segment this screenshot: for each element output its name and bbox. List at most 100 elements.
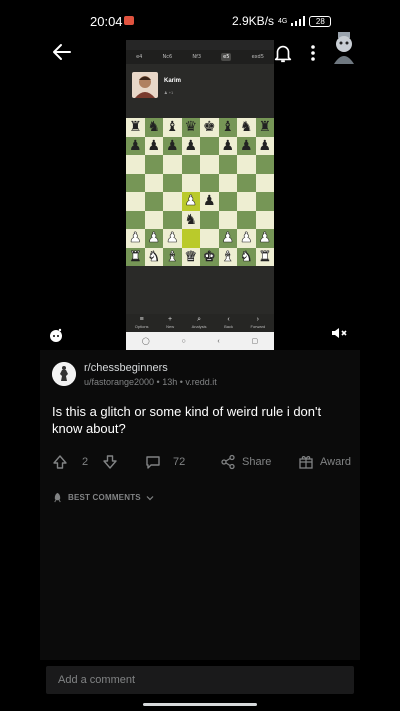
comment-icon [146, 456, 160, 469]
vote-count: 2 [82, 456, 89, 468]
share-label: Share [242, 456, 272, 468]
board-square [126, 192, 145, 211]
player-material: ♟ +1 [164, 90, 174, 95]
frame-nav-icon: ‹ [217, 337, 220, 345]
frame-nav-icon: ◯ [141, 338, 150, 345]
black-knight-icon: ♞ [239, 119, 253, 136]
board-square [144, 173, 163, 192]
board-square [255, 192, 274, 211]
user-avatar[interactable] [328, 30, 360, 64]
white-pawn-icon: ♟ [239, 230, 253, 247]
board-square [218, 173, 237, 192]
white-pawn-icon: ♟ [184, 193, 198, 210]
white-pawn-icon: ♟ [221, 230, 235, 247]
white-pawn-icon: ♟ [165, 230, 179, 247]
black-pawn-icon: ♟ [258, 137, 272, 154]
status-time: 20:04 [90, 14, 123, 29]
board-square [200, 155, 219, 174]
black-rook-icon: ♜ [128, 119, 142, 136]
board-square [163, 210, 182, 229]
board-square [237, 210, 256, 229]
record-indicator-icon [124, 16, 134, 25]
more-options-icon[interactable] [304, 42, 322, 64]
award-button[interactable]: Award [298, 454, 351, 470]
signal-icon [291, 16, 306, 26]
board-square: ♟ [144, 229, 163, 248]
subreddit-avatar[interactable] [52, 362, 76, 386]
share-button[interactable]: Share [220, 454, 271, 470]
black-pawn-icon: ♟ [165, 137, 179, 154]
white-rook-icon: ♜ [128, 248, 142, 265]
board-square [255, 210, 274, 229]
post-meta[interactable]: u/fastorange2000 • 13h • v.redd.it [84, 377, 217, 387]
share-icon [221, 454, 235, 470]
board-square: ♟ [181, 192, 200, 211]
board-square: ♜ [255, 247, 274, 266]
board-square [163, 155, 182, 174]
frame-status-bar [126, 40, 274, 50]
board-square: ♚ [200, 118, 219, 137]
signal-type: 4G [278, 17, 288, 25]
board-square [181, 155, 200, 174]
white-queen-icon: ♛ [184, 248, 198, 265]
chevron-down-icon [146, 495, 154, 500]
black-knight-icon: ♞ [184, 211, 198, 228]
bell-icon[interactable] [272, 42, 294, 64]
black-pawn-icon: ♟ [202, 193, 216, 210]
frame-nav-icon: ▢ [251, 338, 259, 345]
frame-analysis-button: ⌕ Analysis [191, 316, 207, 329]
frame-back-button: ‹ Back [224, 316, 233, 329]
board-square: ♟ [200, 192, 219, 211]
board-square [144, 192, 163, 211]
player-name: Karim [164, 78, 182, 84]
board-square [255, 173, 274, 192]
board-square: ♝ [218, 118, 237, 137]
board-square: ♟ [126, 229, 145, 248]
board-square [144, 155, 163, 174]
board-square [237, 192, 256, 211]
board-square: ♟ [218, 229, 237, 248]
board-square: ♞ [144, 118, 163, 137]
board-square: ♟ [218, 136, 237, 155]
downvote-icon[interactable] [102, 454, 118, 470]
board-square: ♛ [181, 118, 200, 137]
chess-board: ♜ ♞ ♝ ♛ ♚ ♝ ♞ ♜ ♟ ♟ ♟ ♟ ♟ ♟ ♟ ♟ ♟ ♞ ♟ ♟ ♟ ♟ ♟ ♟ ♜ ♞ ♝ ♛ ♚ ♝ ♞ ♜ [126, 118, 274, 266]
comments-button[interactable]: 72 [145, 454, 185, 470]
upvote-icon[interactable] [52, 454, 68, 470]
home-indicator[interactable] [143, 703, 257, 706]
white-rook-icon: ♜ [258, 248, 272, 265]
board-square [218, 210, 237, 229]
white-knight-icon: ♞ [147, 248, 161, 265]
comment-sort-button[interactable]: BEST COMMENTS [52, 492, 154, 503]
black-bishop-icon: ♝ [165, 119, 179, 136]
black-bishop-icon: ♝ [221, 119, 235, 136]
board-square: ♝ [163, 247, 182, 266]
board-square: ♝ [218, 247, 237, 266]
board-square [255, 155, 274, 174]
player-avatar [132, 72, 158, 98]
move-tab: Nc6 [162, 54, 173, 60]
black-pawn-icon: ♟ [128, 137, 142, 154]
board-square [200, 210, 219, 229]
rocket-icon [54, 492, 61, 503]
black-pawn-icon: ♟ [184, 137, 198, 154]
black-pawn-icon: ♟ [239, 137, 253, 154]
board-square: ♞ [181, 210, 200, 229]
frame-nav-icon: ○ [181, 337, 186, 345]
board-square [200, 173, 219, 192]
board-square [144, 210, 163, 229]
award-label: Award [320, 456, 351, 468]
board-square [218, 155, 237, 174]
board-square: ♞ [237, 118, 256, 137]
board-square [126, 210, 145, 229]
white-pawn-icon: ♟ [128, 230, 142, 247]
frame-move-list: e4 Nc6 Nf3 e5 exd5 [126, 50, 274, 64]
board-square: ♜ [126, 247, 145, 266]
mute-icon[interactable] [330, 324, 348, 342]
back-arrow-icon[interactable] [50, 40, 74, 64]
post-card [40, 350, 360, 660]
add-comment-input[interactable]: Add a comment [58, 674, 135, 686]
white-pawn-icon: ♟ [258, 230, 272, 247]
board-square [200, 229, 219, 248]
subreddit-name[interactable]: r/chessbeginners [84, 362, 168, 374]
